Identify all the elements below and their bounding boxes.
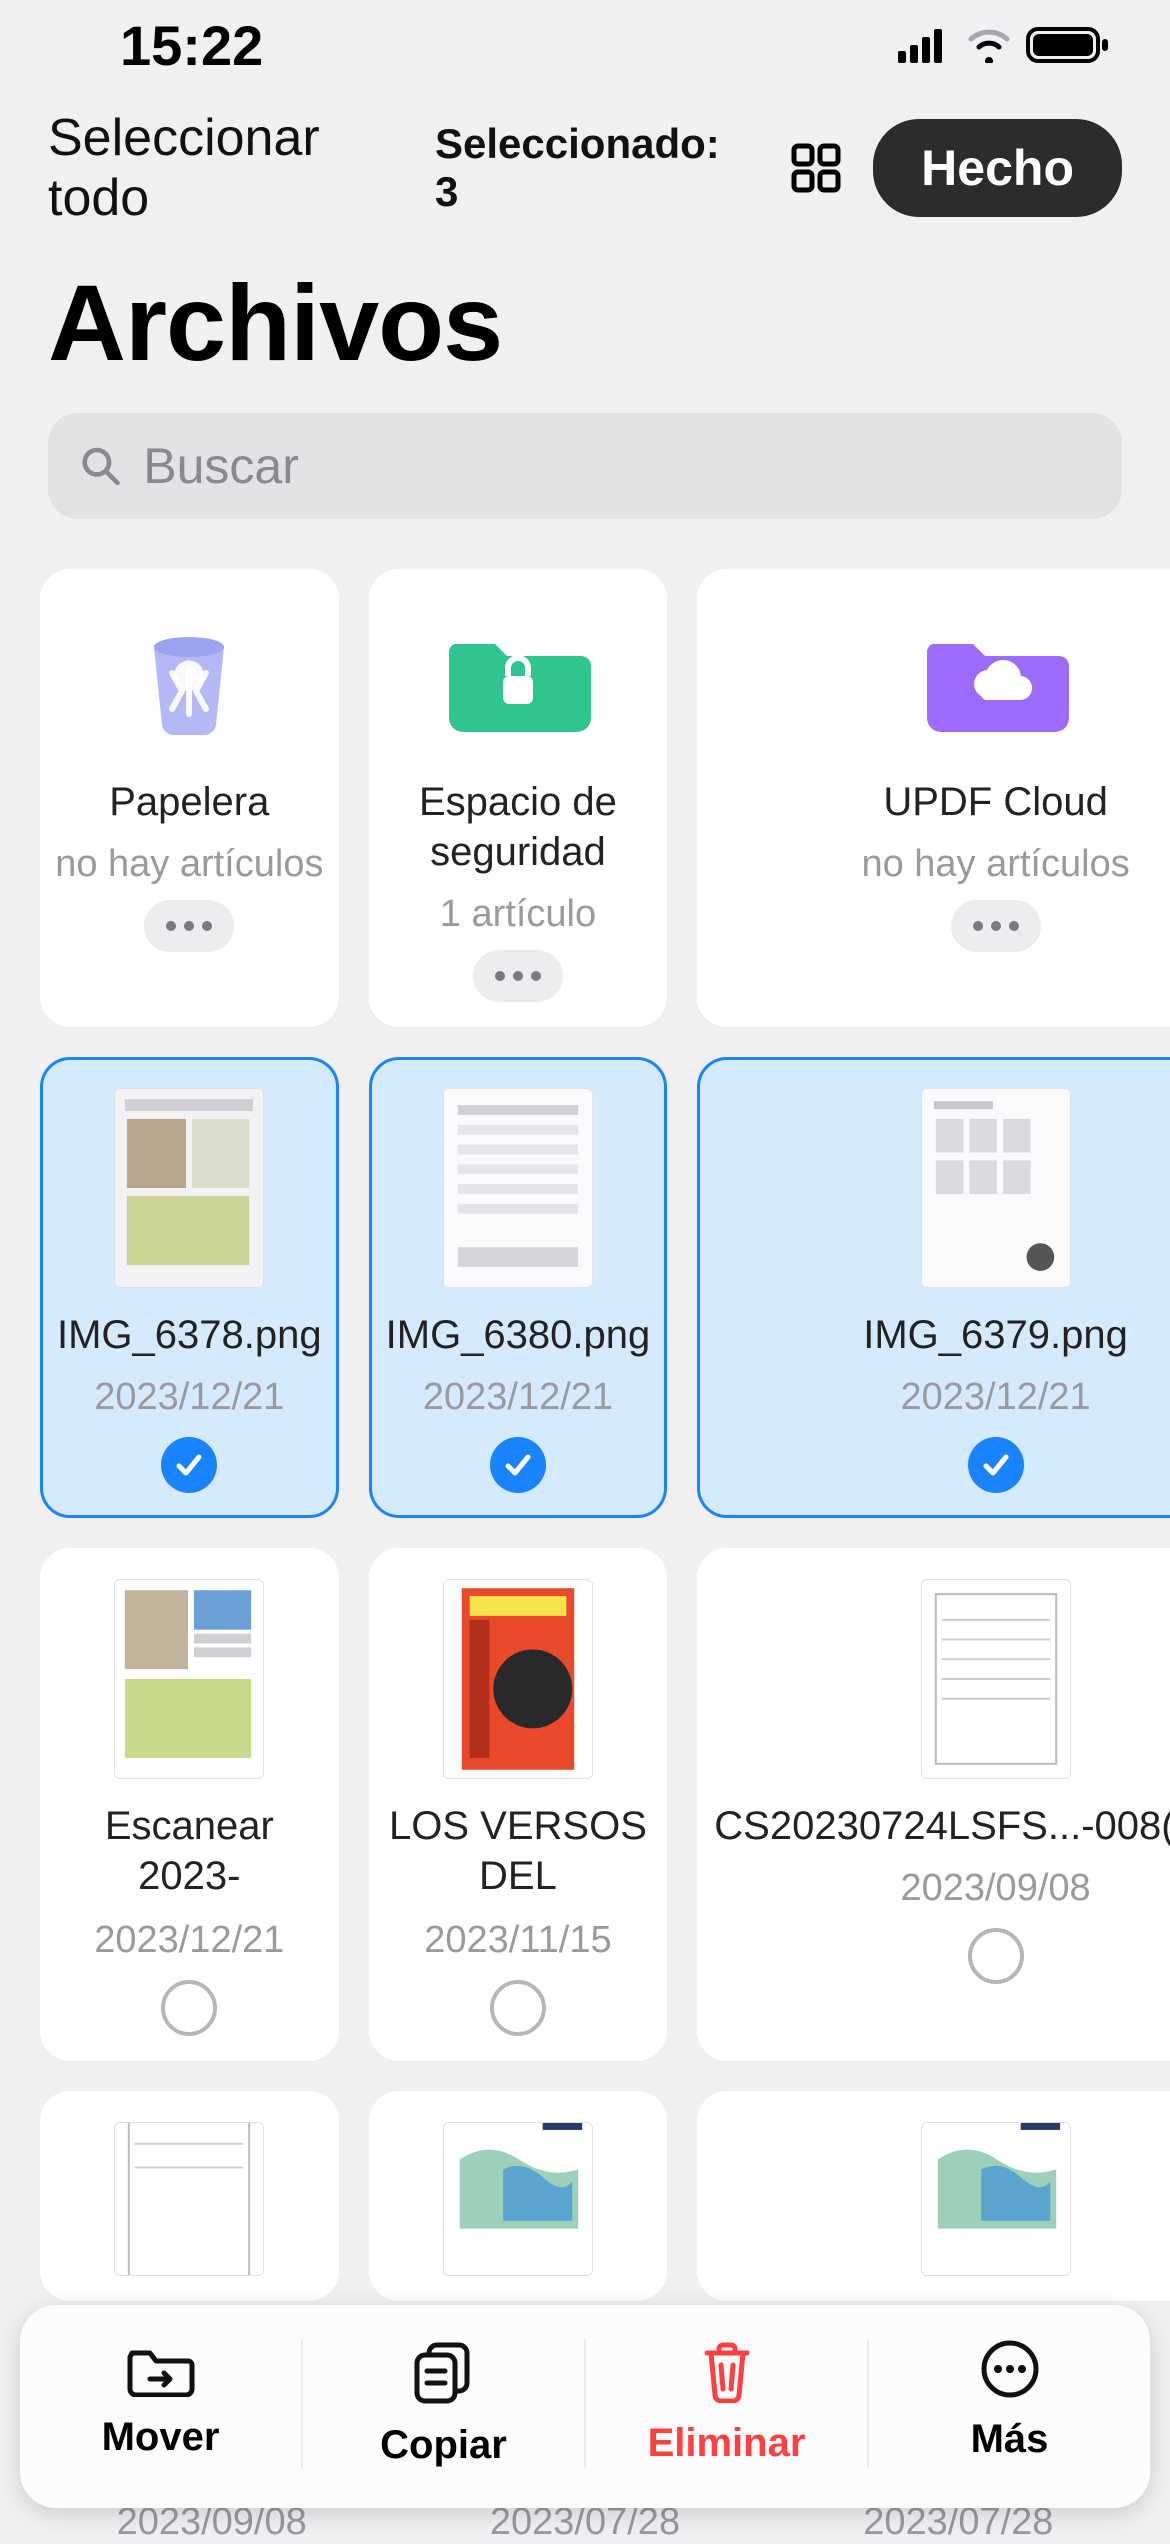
file-thumbnail (114, 1088, 264, 1288)
copy-icon (411, 2339, 477, 2405)
folder-name: Espacio de seguridad (382, 777, 655, 877)
search-bar[interactable] (48, 413, 1122, 519)
system-folder-trash[interactable]: Papelera no hay artículos (40, 569, 339, 1027)
selection-checkbox[interactable] (490, 1437, 546, 1493)
more-icon (980, 2339, 1040, 2399)
file-date: 2023/12/21 (94, 1376, 284, 1419)
cellular-icon (898, 27, 952, 63)
action-label: Copiar (380, 2423, 507, 2468)
more-actions-button[interactable]: Más (867, 2339, 1150, 2468)
file-thumbnail (921, 2122, 1071, 2276)
file-grid: Papelera no hay artículos Espacio de seg… (0, 519, 1170, 2301)
folder-sub: no hay artículos (55, 843, 323, 886)
search-input[interactable] (143, 437, 1090, 495)
file-thumbnail (921, 1088, 1071, 1288)
selection-checkbox[interactable] (490, 1980, 546, 2036)
search-icon (80, 444, 121, 488)
file-item[interactable]: IMG_6378.png 2023/12/21 (40, 1057, 339, 1518)
file-date: 2023/11/15 (424, 1919, 611, 1962)
file-date: 2023/12/21 (94, 1919, 284, 1962)
check-icon (502, 1449, 534, 1481)
lock-folder-icon (443, 618, 593, 738)
more-button[interactable] (144, 900, 234, 952)
folder-name: UPDF Cloud (879, 777, 1112, 827)
done-button[interactable]: Hecho (873, 119, 1122, 217)
copy-button[interactable]: Copiar (301, 2339, 584, 2468)
file-item[interactable]: IMG_6380.png 2023/12/21 (369, 1057, 668, 1518)
folder-move-icon (126, 2339, 196, 2397)
file-name: IMG_6380.png (382, 1310, 655, 1360)
file-name: IMG_6379.png (859, 1310, 1132, 1360)
selection-count: Seleccionado: 3 (435, 120, 730, 216)
check-icon (980, 1449, 1012, 1481)
status-bar: 15:22 (0, 0, 1170, 90)
system-folder-security[interactable]: Espacio de seguridad 1 artículo (369, 569, 668, 1027)
selection-toolbar: Seleccionar todo Seleccionado: 3 Hecho (0, 90, 1170, 228)
file-item[interactable] (369, 2091, 668, 2301)
grid-icon (790, 142, 842, 194)
file-thumbnail (443, 1579, 593, 1779)
action-label: Mover (102, 2415, 220, 2460)
wifi-icon (966, 27, 1012, 63)
status-time: 15:22 (120, 13, 263, 78)
check-icon (173, 1449, 205, 1481)
more-button[interactable] (951, 900, 1041, 952)
select-all-button[interactable]: Seleccionar todo (48, 108, 405, 228)
trash-icon (697, 2339, 757, 2403)
file-date: 2023/12/21 (900, 1376, 1090, 1419)
file-date: 2023/12/21 (423, 1376, 613, 1419)
action-label: Más (971, 2417, 1049, 2462)
file-thumbnail (114, 1579, 264, 1779)
delete-button[interactable]: Eliminar (584, 2339, 867, 2468)
file-item[interactable]: LOS VERSOS DEL CA...AN.pdf 2023/11/15 (369, 1548, 668, 2061)
file-item[interactable]: Escanear 2023-1...-30.pdf 2023/12/21 (40, 1548, 339, 2061)
action-bar: Mover Copiar Eliminar Más (20, 2305, 1150, 2508)
move-button[interactable]: Mover (20, 2339, 301, 2468)
action-label: Eliminar (648, 2421, 806, 2466)
page-title: Archivos (0, 228, 1170, 413)
file-thumbnail (443, 1088, 593, 1288)
folder-sub: no hay artículos (861, 843, 1129, 886)
file-name: LOS VERSOS DEL CA...AN.pdf (382, 1801, 655, 1903)
system-folder-cloud[interactable]: UPDF Cloud no hay artículos (697, 569, 1170, 1027)
selection-checkbox[interactable] (161, 1437, 217, 1493)
file-item[interactable]: IMG_6379.png 2023/12/21 (697, 1057, 1170, 1518)
file-name: CS20230724LSFS...-008(1).pdf (710, 1801, 1170, 1851)
folder-sub: 1 artículo (440, 893, 596, 936)
selection-checkbox[interactable] (968, 1437, 1024, 1493)
file-name: Escanear 2023-1...-30.pdf (53, 1801, 326, 1903)
battery-icon (1026, 25, 1110, 65)
file-name: IMG_6378.png (53, 1310, 326, 1360)
file-thumbnail (921, 1579, 1071, 1779)
more-button[interactable] (473, 950, 563, 1002)
view-toggle-button[interactable] (790, 139, 843, 197)
file-item[interactable]: CS20230724LSFS...-008(1).pdf 2023/09/08 (697, 1548, 1170, 2061)
file-item[interactable] (40, 2091, 339, 2301)
folder-name: Papelera (105, 777, 273, 827)
status-indicators (898, 25, 1110, 65)
file-item[interactable] (697, 2091, 1170, 2301)
selection-checkbox[interactable] (161, 1980, 217, 2036)
cloud-folder-icon (921, 618, 1071, 738)
file-thumbnail (114, 2122, 264, 2276)
selection-checkbox[interactable] (968, 1928, 1024, 1984)
file-thumbnail (443, 2122, 593, 2276)
trash-icon (124, 613, 254, 743)
file-date: 2023/09/08 (900, 1867, 1090, 1910)
